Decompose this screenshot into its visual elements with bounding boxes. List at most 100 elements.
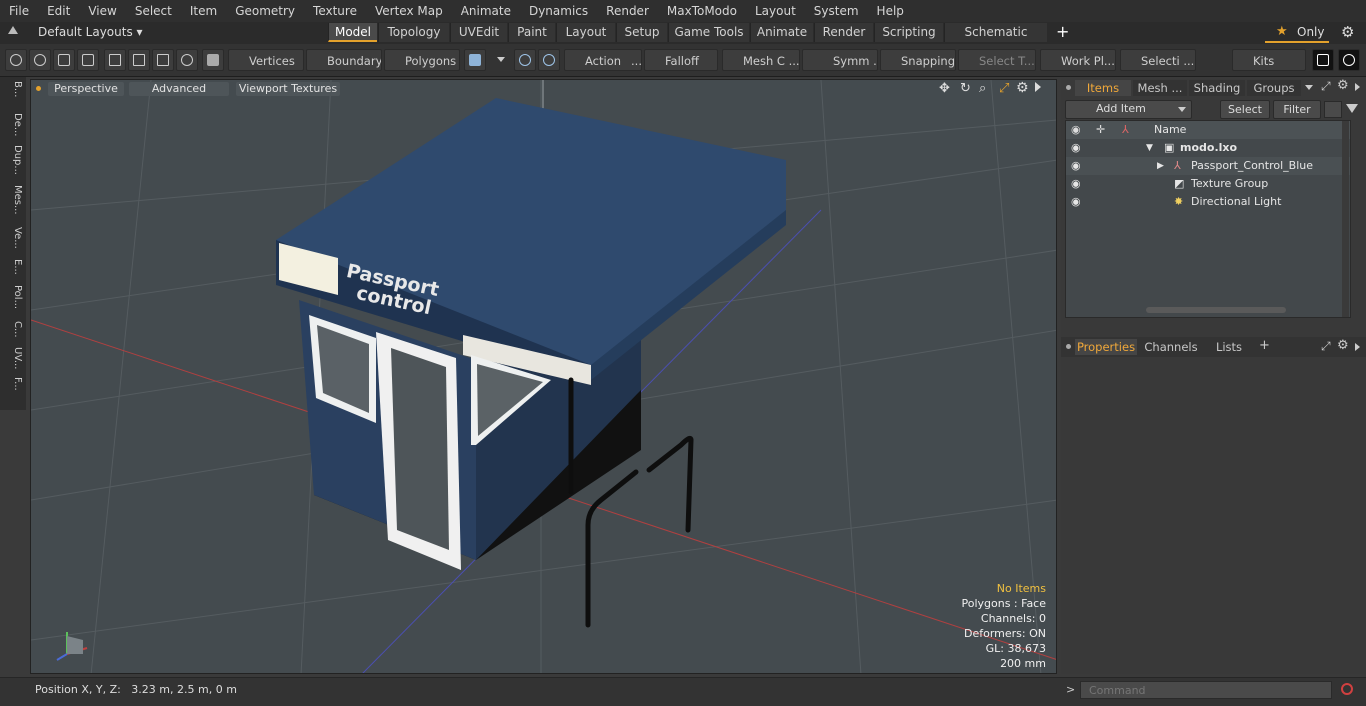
shield-alt-icon[interactable] [538,49,560,71]
maximize-view-icon[interactable]: ⤢ [999,81,1009,96]
mesh-constraint-button[interactable]: Mesh C ... [722,49,800,71]
unity-icon[interactable] [1312,49,1334,71]
tab-layout[interactable]: Layout [556,23,615,42]
menu-help[interactable]: Help [868,4,913,18]
tab-animate[interactable]: Animate [750,23,813,42]
menu-texture[interactable]: Texture [304,4,366,18]
list-item[interactable]: ◉ ▼ ▣ modo.lxo [1066,139,1350,157]
viewport-textures-button[interactable]: Viewport Textures [236,82,340,96]
visibility-eye-icon[interactable]: ◉ [1071,175,1081,193]
selection-button[interactable]: Selecti ... [1120,49,1196,71]
tabs-dropdown-icon[interactable] [1305,85,1313,90]
menu-animate[interactable]: Animate [452,4,520,18]
material-icon[interactable] [464,49,486,71]
left-tab-fusion[interactable]: F... [3,377,23,391]
list-item[interactable]: ◉ ▶ ⅄ Passport_Control_Blue [1066,157,1350,175]
cube-icon[interactable] [202,49,224,71]
left-tab-duplicate[interactable]: Dup... [3,145,23,175]
add-tab-icon[interactable]: + [1259,338,1270,353]
symmetry-button[interactable]: Symm ... [802,49,878,71]
add-item-button[interactable]: Add Item [1065,100,1192,119]
tab-uvedit[interactable]: UVEdit [450,23,507,42]
visibility-eye-icon[interactable]: ◉ [1071,157,1081,175]
tab-game-tools[interactable]: Game Tools [668,23,749,42]
advanced-button[interactable]: Advanced [129,82,229,96]
left-tab-deform[interactable]: De... [3,113,23,136]
add-tab-icon[interactable]: + [1056,22,1069,41]
dropdown-arrow-icon[interactable] [490,49,512,71]
menu-edit[interactable]: Edit [38,4,79,18]
command-input[interactable] [1080,681,1332,699]
left-tab-basic[interactable]: B... [3,81,23,97]
shield-icon[interactable] [514,49,536,71]
menu-render[interactable]: Render [597,4,658,18]
menu-vertex-map[interactable]: Vertex Map [366,4,452,18]
action-button[interactable]: Action... [564,49,642,71]
layout-arrow-icon[interactable] [8,26,18,34]
tab-mesh[interactable]: Mesh ... [1133,80,1187,96]
viewport-settings-icon[interactable]: ⚙ [1016,80,1029,96]
frame-icon[interactable] [152,49,174,71]
select-through-button[interactable]: Select T... [958,49,1036,71]
work-plane-button[interactable]: Work Pl... [1040,49,1116,71]
menu-geometry[interactable]: Geometry [226,4,304,18]
tab-render[interactable]: Render [814,23,873,42]
left-tab-uv[interactable]: UV... [3,347,23,369]
brush-icon[interactable] [77,49,99,71]
menu-layout[interactable]: Layout [746,4,805,18]
panel-popout-icon[interactable]: ⤢ [1321,79,1331,94]
kits-button[interactable]: Kits [1232,49,1306,71]
tab-channels[interactable]: Channels [1141,339,1201,355]
properties-dot-icon[interactable] [1066,344,1071,349]
expand-arrow-icon[interactable]: ▶ [1157,157,1164,175]
globe-icon[interactable] [29,49,51,71]
pen-icon[interactable] [53,49,75,71]
panel-gear-icon[interactable]: ⚙ [1337,338,1349,353]
tab-lists[interactable]: Lists [1207,339,1251,355]
falloff-button[interactable]: Falloff [644,49,718,71]
menu-system[interactable]: System [805,4,868,18]
list-item[interactable]: ◉ ◩ Texture Group [1066,175,1350,193]
tab-scripting[interactable]: Scripting [874,23,943,42]
rotate-view-icon[interactable]: ↻ [960,81,971,96]
left-tab-polygon[interactable]: Pol... [3,285,23,309]
funnel-icon[interactable] [1346,104,1358,113]
tab-paint[interactable]: Paint [508,23,555,42]
layout-selector[interactable]: Default Layouts ▾ [38,25,143,39]
filter-button[interactable]: Filter [1273,100,1321,119]
tab-schematic-fusion[interactable]: Schematic Fusion [944,23,1047,58]
viewport-expand-icon[interactable] [1035,82,1041,92]
tab-shading[interactable]: Shading [1189,80,1245,96]
tab-groups[interactable]: Groups [1247,80,1301,96]
panel-arrow-icon[interactable] [1355,343,1360,351]
menu-select[interactable]: Select [126,4,181,18]
zoom-view-icon[interactable]: ⌕ [979,81,986,96]
boundary-button[interactable]: Boundary [306,49,382,71]
left-tab-curve[interactable]: C... [3,321,23,338]
menu-maxtomodo[interactable]: MaxToModo [658,4,746,18]
move-view-icon[interactable]: ✥ [939,81,950,96]
snapping-button[interactable]: Snapping [880,49,956,71]
circle-select-icon[interactable] [5,49,27,71]
collapse-icon[interactable] [1324,101,1342,118]
tab-model[interactable]: Model [328,23,377,42]
list-item[interactable]: ◉ ✸ Directional Light [1066,193,1350,211]
list-hscrollbar[interactable] [1146,307,1286,313]
tab-items[interactable]: Items [1075,80,1131,96]
gear-icon[interactable]: ⚙ [1341,23,1354,41]
visibility-eye-icon[interactable]: ◉ [1071,139,1081,157]
menu-dynamics[interactable]: Dynamics [520,4,597,18]
vertices-button[interactable]: Vertices [228,49,304,71]
visibility-eye-icon[interactable]: ◉ [1071,193,1081,211]
align-icon[interactable] [104,49,126,71]
left-tab-mesh[interactable]: Mes... [3,185,23,215]
unreal-icon[interactable] [1338,49,1360,71]
panel-dot-icon[interactable] [1066,85,1071,90]
expand-arrow-icon[interactable]: ▼ [1146,139,1153,157]
record-icon[interactable] [1341,683,1353,695]
3d-viewport[interactable]: Passport control Perspective Advanced Vi… [30,79,1057,674]
list-scrollbar[interactable] [1342,121,1349,317]
only-toggle[interactable]: Only [1297,25,1325,39]
panel-gear-icon[interactable]: ⚙ [1337,78,1349,93]
select-button[interactable]: Select [1220,100,1270,119]
